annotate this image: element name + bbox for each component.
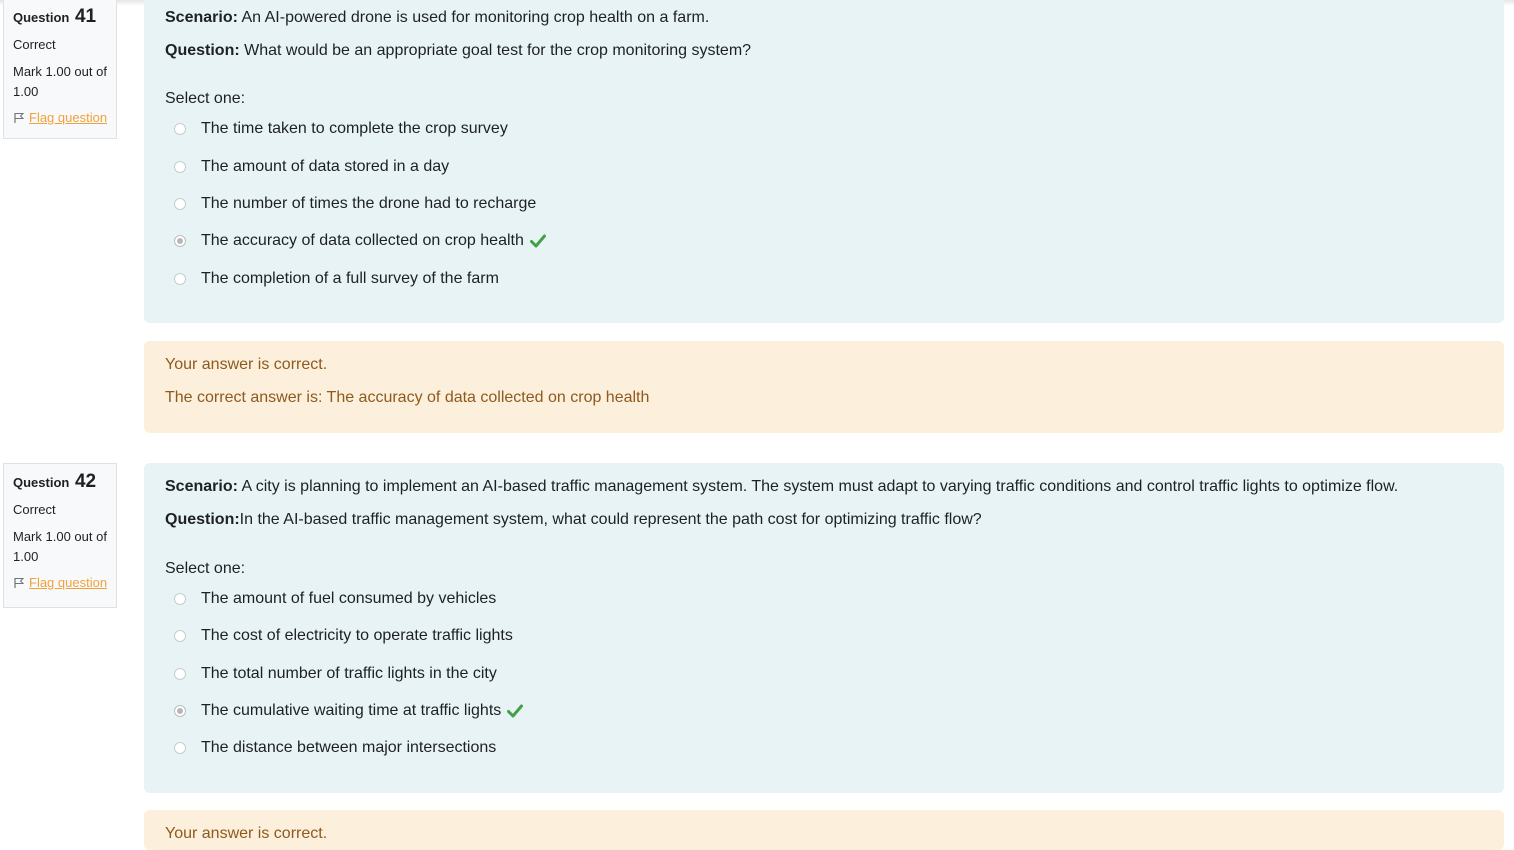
feedback-correct: Your answer is correct.: [165, 356, 328, 373]
radio-button[interactable]: [174, 668, 186, 680]
checkmark-icon: [507, 704, 524, 718]
question-state: Correct: [13, 37, 56, 52]
radio-button[interactable]: [174, 198, 186, 210]
answer-option[interactable]: The amount of data stored in a day: [174, 158, 449, 176]
answer-option[interactable]: The total number of traffic lights in th…: [174, 665, 497, 683]
radio-button[interactable]: [174, 593, 186, 605]
question-feedback: Your answer is correct. The correct answ…: [144, 341, 1504, 433]
radio-button[interactable]: [174, 273, 186, 285]
scenario-line: Scenario: An AI-powered drone is used fo…: [165, 6, 751, 30]
scenario-text: A city is planning to implement an AI-ba…: [237, 478, 1399, 495]
radio-button[interactable]: [174, 742, 186, 754]
answer-option[interactable]: The number of times the drone had to rec…: [174, 195, 536, 213]
select-one-prompt: Select one:: [165, 90, 246, 107]
radio-button[interactable]: [174, 123, 186, 135]
answer-option[interactable]: The completion of a full survey of the f…: [174, 270, 499, 288]
answer-option-selected[interactable]: The cumulative waiting time at traffic l…: [174, 702, 524, 720]
answer-label[interactable]: The amount of fuel consumed by vehicles: [201, 590, 496, 608]
flag-icon: [14, 577, 25, 588]
feedback-right-answer: The correct answer is: The accuracy of d…: [165, 389, 650, 406]
question-label: Question:: [165, 42, 240, 59]
question-body: In the AI-based traffic management syste…: [239, 511, 982, 528]
answer-label[interactable]: The accuracy of data collected on crop h…: [201, 232, 524, 250]
scenario-line: Scenario: A city is planning to implemen…: [165, 475, 1483, 499]
question-body: What would be an appropriate goal test f…: [239, 42, 752, 59]
answer-label[interactable]: The number of times the drone had to rec…: [201, 195, 536, 213]
answer-option[interactable]: The cost of electricity to operate traff…: [174, 627, 513, 645]
scenario-label: Scenario:: [165, 9, 238, 26]
answer-option-selected[interactable]: The accuracy of data collected on crop h…: [174, 232, 546, 250]
radio-button-selected[interactable]: [174, 235, 186, 247]
question-formulation: Scenario: An AI-powered drone is used fo…: [144, 0, 1504, 323]
radio-button[interactable]: [174, 161, 186, 173]
select-one-prompt: Select one:: [165, 560, 246, 577]
answer-label[interactable]: The amount of data stored in a day: [201, 158, 449, 176]
question-formulation: Scenario: A city is planning to implemen…: [144, 463, 1504, 793]
answer-label[interactable]: The total number of traffic lights in th…: [201, 665, 497, 683]
answer-label[interactable]: The time taken to complete the crop surv…: [201, 120, 508, 138]
answer-option[interactable]: The distance between major intersections: [174, 739, 496, 757]
question-info-panel: Question 41 Correct Mark 1.00 out of 1.0…: [3, 0, 117, 139]
question-text: Scenario: An AI-powered drone is used fo…: [165, 6, 751, 63]
question-text: Scenario: A city is planning to implemen…: [165, 475, 1483, 532]
question-info-panel: Question 42 Correct Mark 1.00 out of 1.0…: [3, 463, 117, 608]
answer-label[interactable]: The cost of electricity to operate traff…: [201, 627, 513, 645]
question-grade: Mark 1.00 out of 1.00: [13, 64, 107, 99]
question-number: Question 42: [13, 471, 97, 492]
question-line: Question: What would be an appropriate g…: [165, 39, 751, 63]
question-line: Question:In the AI-based traffic managem…: [165, 508, 1483, 532]
flag-question-link[interactable]: Flag question: [29, 110, 107, 125]
scenario-label: Scenario:: [165, 478, 238, 495]
feedback-correct: Your answer is correct.: [165, 825, 328, 842]
answer-label[interactable]: The distance between major intersections: [201, 739, 496, 757]
answer-option[interactable]: The time taken to complete the crop surv…: [174, 120, 508, 138]
question-number: Question 41: [13, 6, 97, 27]
scenario-text: An AI-powered drone is used for monitori…: [237, 9, 710, 26]
question-grade: Mark 1.00 out of 1.00: [13, 529, 107, 564]
answer-label[interactable]: The completion of a full survey of the f…: [201, 270, 499, 288]
flag-icon: [14, 112, 25, 123]
flag-question[interactable]: Flag question: [13, 575, 116, 590]
radio-button-selected[interactable]: [174, 705, 186, 717]
flag-question-link[interactable]: Flag question: [29, 575, 107, 590]
radio-button[interactable]: [174, 630, 186, 642]
question-label: Question:: [165, 511, 240, 528]
answer-label[interactable]: The cumulative waiting time at traffic l…: [201, 702, 501, 720]
question-state: Correct: [13, 502, 56, 517]
checkmark-icon: [529, 234, 546, 248]
flag-question[interactable]: Flag question: [13, 110, 116, 125]
answer-option[interactable]: The amount of fuel consumed by vehicles: [174, 590, 496, 608]
question-feedback: Your answer is correct.: [144, 810, 1504, 850]
